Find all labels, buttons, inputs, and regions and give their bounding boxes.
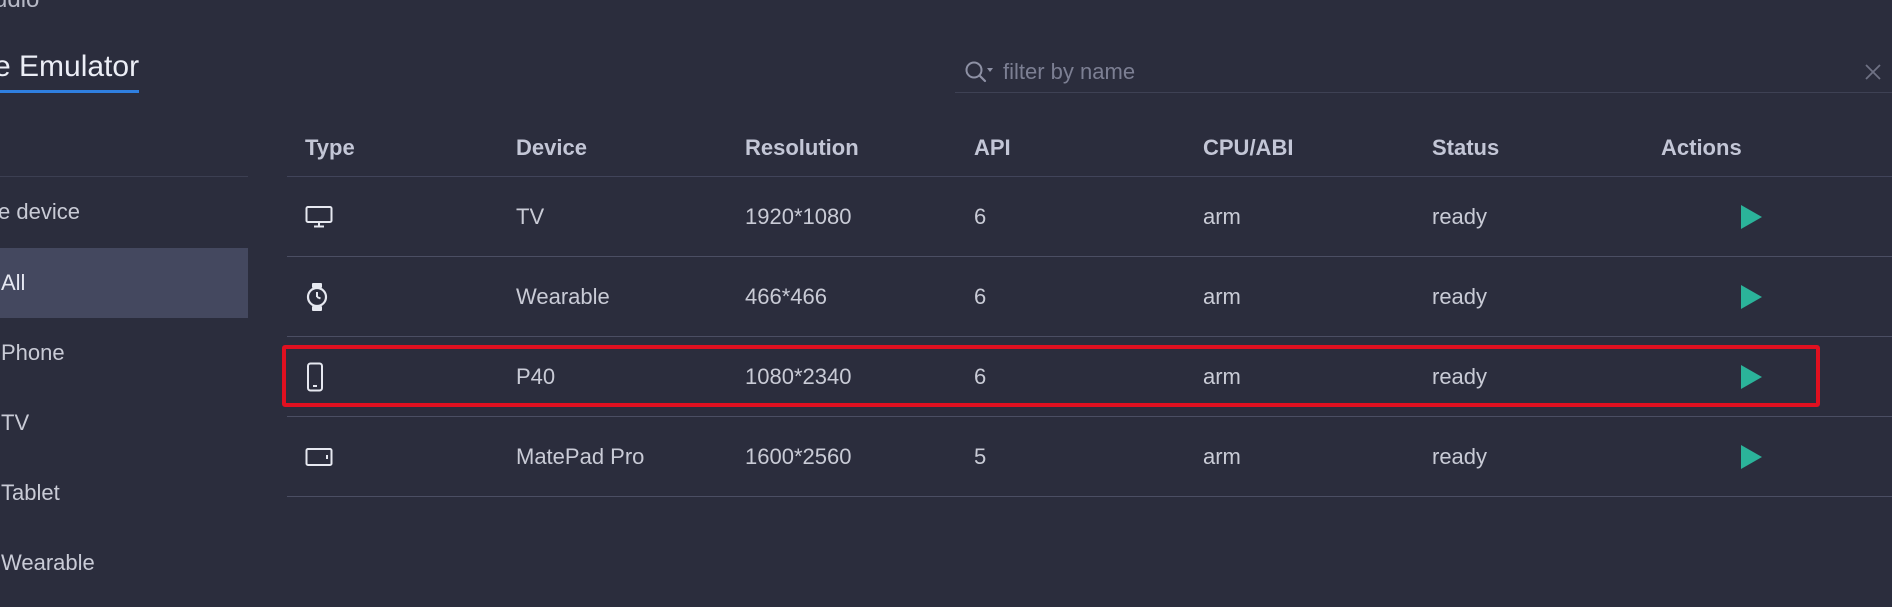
device-resolution: 466*466: [745, 283, 827, 309]
column-header-resolution: Resolution: [745, 135, 859, 160]
device-name: TV: [516, 203, 545, 229]
table-header: Type Device Resolution API CPU/ABI Statu…: [287, 120, 1892, 177]
device-api: 5: [974, 443, 987, 469]
tv-icon: [305, 202, 333, 232]
device-name: P40: [516, 363, 556, 389]
sidebar-item-phone[interactable]: Phone: [0, 318, 248, 388]
sidebar-item-label: TV: [1, 410, 30, 435]
table-row[interactable]: P40 1080*2340 6 arm ready: [287, 337, 1892, 417]
device-cpu-abi: arm: [1203, 283, 1241, 309]
device-status: ready: [1432, 443, 1488, 469]
sidebar-item-tablet[interactable]: Tablet: [0, 458, 248, 528]
device-cpu-abi: arm: [1203, 443, 1241, 469]
column-header-api: API: [974, 135, 1011, 160]
play-icon[interactable]: [1736, 282, 1766, 312]
close-icon[interactable]: [1858, 57, 1888, 87]
sidebar-item-tv[interactable]: TV: [0, 388, 248, 458]
device-status: ready: [1432, 203, 1488, 229]
device-name: Wearable: [516, 283, 610, 309]
device-resolution: 1920*1080: [745, 203, 852, 229]
search-bar: [955, 52, 1892, 93]
sidebar-item-label: Tablet: [1, 480, 60, 505]
play-icon[interactable]: [1736, 442, 1766, 472]
device-status: ready: [1432, 283, 1488, 309]
column-header-type: Type: [305, 135, 355, 160]
device-cpu-abi: arm: [1203, 363, 1241, 389]
sidebar-divider: [0, 176, 248, 177]
phone-icon: [305, 362, 333, 392]
table-row[interactable]: TV 1920*1080 6 arm ready: [287, 177, 1892, 257]
sidebar-heading: e device: [0, 199, 80, 224]
table-row[interactable]: Wearable 466*466 6 arm ready: [287, 257, 1892, 337]
column-header-status: Status: [1432, 135, 1500, 160]
sidebar-item-label: Wearable: [1, 550, 95, 575]
tab-emulator[interactable]: e Emulator: [0, 50, 140, 93]
device-api: 6: [974, 283, 987, 309]
sidebar-item-wearable[interactable]: Wearable: [0, 528, 248, 598]
device-api: 6: [974, 203, 987, 229]
column-header-device: Device: [516, 135, 587, 160]
device-resolution: 1600*2560: [745, 443, 852, 469]
tablet-icon: [305, 442, 333, 472]
device-name: MatePad Pro: [516, 443, 645, 469]
column-header-cpu-abi: CPU/ABI: [1203, 135, 1294, 160]
device-resolution: 1080*2340: [745, 363, 852, 389]
search-icon[interactable]: [961, 57, 997, 87]
device-table: Type Device Resolution API CPU/ABI Statu…: [287, 120, 1892, 497]
play-icon[interactable]: [1736, 202, 1766, 232]
device-cpu-abi: arm: [1203, 203, 1241, 229]
app-name-fragment: udio: [0, 0, 39, 14]
sidebar-category-list: All Phone TV Tablet Wearable: [0, 248, 248, 598]
column-header-actions: Actions: [1661, 135, 1742, 160]
sidebar-item-label: All: [1, 270, 26, 295]
device-api: 6: [974, 363, 987, 389]
watch-icon: [305, 282, 333, 312]
sidebar-item-label: Phone: [1, 340, 65, 365]
table-row[interactable]: MatePad Pro 1600*2560 5 arm ready: [287, 417, 1892, 497]
play-icon[interactable]: [1736, 362, 1766, 392]
device-manager-window: udio e Emulator e device All Phone TV Ta…: [0, 0, 1892, 607]
search-input[interactable]: [997, 59, 1858, 85]
sidebar-item-all[interactable]: All: [0, 248, 248, 318]
device-status: ready: [1432, 363, 1488, 389]
